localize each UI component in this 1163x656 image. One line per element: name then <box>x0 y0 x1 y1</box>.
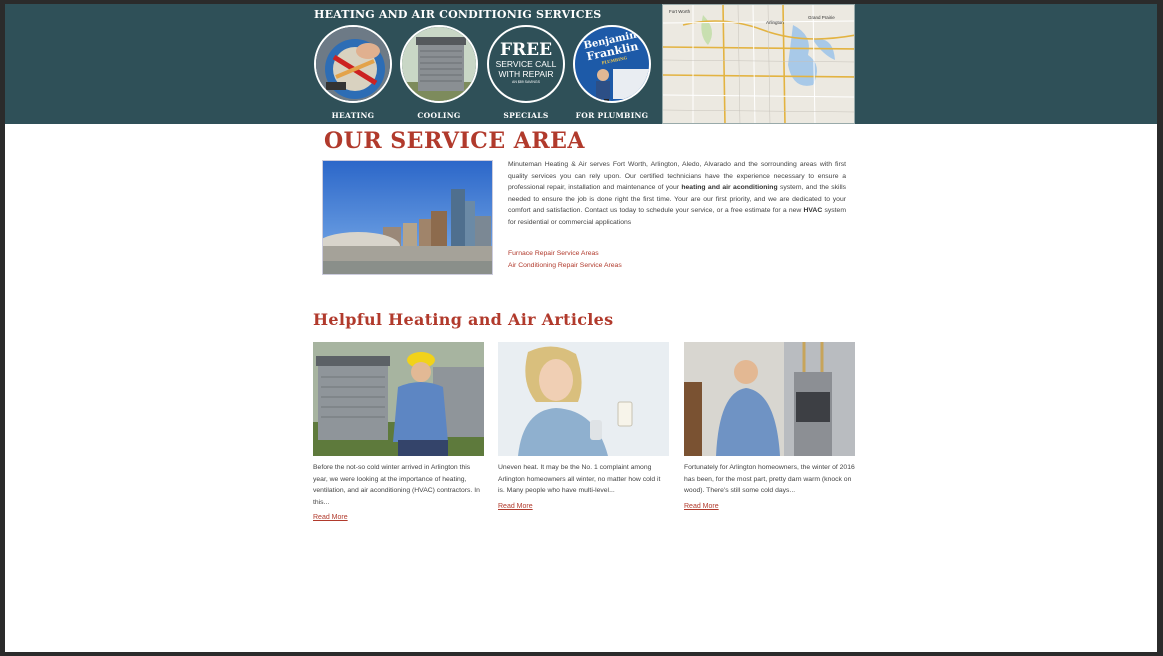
badge-free-text: FREE <box>499 40 553 60</box>
map-label-grand-prairie: Grand Prairie <box>808 15 835 20</box>
article-image[interactable] <box>313 342 484 456</box>
service-area-map[interactable]: Fort Worth Arlington Grand Prairie <box>662 4 855 124</box>
benjamin-franklin-logo-icon[interactable]: Benjamin Franklin PLUMBING <box>573 25 651 103</box>
read-more-link[interactable]: Read More <box>684 503 855 510</box>
badge-line-1: SERVICE CALL <box>495 59 557 69</box>
article-card: Uneven heat. It may be the No. 1 complai… <box>498 342 669 510</box>
page-frame: HEATING AND AIR CONDITIONIG SERVICES HEA… <box>5 4 1157 652</box>
service-cooling[interactable]: COOLING <box>399 25 479 120</box>
article-card: Fortunately for Arlington homeowners, th… <box>684 342 855 510</box>
city-skyline-image <box>322 160 493 275</box>
read-more-link[interactable]: Read More <box>498 503 669 510</box>
article-excerpt: Before the not-so cold winter arrived in… <box>313 464 480 506</box>
service-specials[interactable]: FREE SERVICE CALL WITH REPAIR AN $89 SAV… <box>486 25 566 120</box>
map-label-arlington: Arlington <box>766 20 784 25</box>
article-excerpt: Fortunately for Arlington homeowners, th… <box>684 464 855 495</box>
header-title: HEATING AND AIR CONDITIONIG SERVICES <box>314 8 602 21</box>
service-area-title: OUR SERVICE AREA <box>324 128 585 154</box>
furnace-repair-areas-link[interactable]: Furnace Repair Service Areas <box>508 248 622 260</box>
service-area-links: Furnace Repair Service Areas Air Conditi… <box>508 248 622 271</box>
ac-repair-areas-link[interactable]: Air Conditioning Repair Service Areas <box>508 260 622 272</box>
service-area-intro: Minuteman Heating & Air serves Fort Wort… <box>508 159 846 229</box>
ac-unit-photo-icon[interactable] <box>400 25 478 103</box>
service-plumbing[interactable]: Benjamin Franklin PLUMBING FOR PLUMBING <box>572 25 652 120</box>
read-more-link[interactable]: Read More <box>313 514 484 521</box>
article-card: Before the not-so cold winter arrived in… <box>313 342 484 521</box>
intro-bold-2: HVAC <box>803 207 823 215</box>
header-band: HEATING AND AIR CONDITIONIG SERVICES HEA… <box>5 4 1157 124</box>
service-label: HEATING <box>331 111 375 120</box>
badge-line-2: WITH REPAIR <box>498 69 554 79</box>
service-label: FOR PLUMBING <box>575 111 649 120</box>
map-label-fort-worth: Fort Worth <box>669 9 691 14</box>
intro-bold-1: heating and air aconditioning <box>681 184 778 192</box>
heating-photo-icon[interactable] <box>314 25 392 103</box>
free-service-badge-icon[interactable]: FREE SERVICE CALL WITH REPAIR AN $89 SAV… <box>487 25 565 103</box>
service-heating[interactable]: HEATING <box>313 25 393 120</box>
service-label: SPECIALS <box>503 111 549 120</box>
service-label: COOLING <box>417 111 461 120</box>
badge-savings: AN $89 SAVINGS <box>512 80 540 84</box>
articles-title: Helpful Heating and Air Articles <box>313 310 614 329</box>
article-image[interactable] <box>684 342 855 456</box>
article-image[interactable] <box>498 342 669 456</box>
article-excerpt: Uneven heat. It may be the No. 1 complai… <box>498 464 661 495</box>
